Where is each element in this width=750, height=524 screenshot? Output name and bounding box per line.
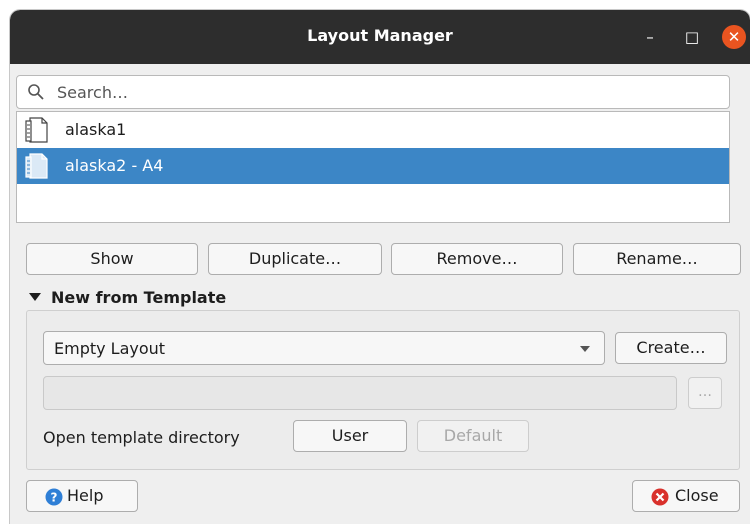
- search-icon: [28, 84, 44, 100]
- new-from-template-header[interactable]: New from Template: [26, 288, 226, 307]
- default-button: Default: [417, 420, 529, 452]
- list-item-label: alaska2 - A4: [65, 156, 164, 175]
- title-bar[interactable]: Layout Manager – □ ✕: [10, 10, 750, 64]
- remove-button[interactable]: Remove…: [391, 243, 563, 275]
- minimize-button[interactable]: –: [638, 25, 662, 49]
- open-template-directory-label: Open template directory: [43, 428, 240, 447]
- rename-button[interactable]: Rename…: [573, 243, 741, 275]
- collapse-triangle-icon: [29, 293, 41, 301]
- close-icon: [651, 488, 669, 506]
- duplicate-button[interactable]: Duplicate…: [208, 243, 382, 275]
- list-item[interactable]: alaska1: [17, 112, 729, 148]
- list-item-selected[interactable]: alaska2 - A4: [17, 148, 729, 184]
- search-box[interactable]: [16, 75, 730, 109]
- show-button[interactable]: Show: [26, 243, 198, 275]
- help-icon: ?: [45, 488, 63, 506]
- template-path-field: [43, 376, 677, 410]
- list-item-label: alaska1: [65, 120, 127, 139]
- layout-list[interactable]: alaska1 alaska2 - A4: [16, 111, 730, 223]
- close-button[interactable]: Close: [632, 480, 740, 512]
- layout-page-icon: [25, 117, 48, 143]
- create-button[interactable]: Create…: [615, 332, 727, 364]
- maximize-button[interactable]: □: [680, 25, 704, 49]
- section-title: New from Template: [51, 288, 227, 307]
- layout-page-icon: [25, 153, 48, 179]
- browse-button: …: [688, 377, 722, 409]
- template-select[interactable]: Empty Layout: [43, 331, 605, 365]
- user-button[interactable]: User: [293, 420, 407, 452]
- template-select-value: Empty Layout: [54, 339, 166, 358]
- help-button[interactable]: ? Help: [26, 480, 138, 512]
- help-label: Help: [67, 486, 104, 505]
- close-label: Close: [675, 486, 719, 505]
- search-input[interactable]: [57, 80, 717, 104]
- chevron-down-icon: [580, 346, 590, 352]
- close-window-button[interactable]: ✕: [722, 25, 746, 49]
- svg-text:?: ?: [51, 491, 58, 505]
